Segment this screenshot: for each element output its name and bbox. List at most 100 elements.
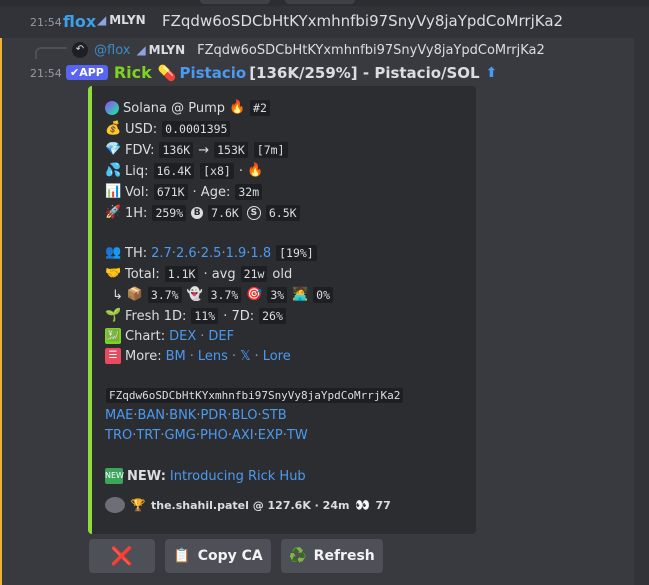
dist-value: 0% (312, 286, 335, 304)
fdv-span: [7m] (252, 141, 289, 159)
fdv-label: FDV: (125, 142, 155, 158)
h1-buy: 7.6K (207, 204, 243, 222)
sell-icon: S (246, 206, 261, 220)
th-link[interactable]: 2.5 (201, 246, 222, 261)
dist-value: 3.7% (146, 286, 183, 304)
total-row: 🤝 Total: 1.1K · avg 21w old (105, 265, 292, 283)
app-badge: ✔APP (66, 65, 108, 80)
username[interactable]: flox (63, 12, 96, 31)
ghost-icon: 👻 (186, 287, 203, 302)
rocket-icon: 🚀 (105, 205, 122, 220)
pdr-link[interactable]: PDR (200, 408, 227, 423)
ban-link[interactable]: BAN (137, 408, 165, 423)
liq-value: 16.4K (152, 162, 196, 180)
th-link[interactable]: 1.9 (226, 246, 247, 261)
tag-icon: ◢ (136, 43, 146, 57)
news-label: NEW: (127, 468, 166, 484)
bm-link[interactable]: BM (166, 349, 186, 364)
fire-icon: 🔥 (246, 163, 264, 178)
fresh-1d: 11% (190, 307, 220, 325)
fresh-7d: 26% (258, 307, 287, 325)
tro-link[interactable]: TRO (105, 428, 132, 443)
right-arrow-icon: → (198, 142, 210, 158)
token-link[interactable]: Pistacio (179, 64, 246, 82)
distribution-row: ↳ 📦 3.7% 👻 3.7% 🎯 3% 🧑‍💻 0% (112, 286, 335, 304)
exp-link[interactable]: EXP (258, 428, 283, 443)
dex-link[interactable]: DEX (169, 329, 196, 344)
pill-icon: 💊 (157, 63, 177, 82)
blo-link[interactable]: BLO (232, 408, 258, 423)
liq-label: Liq: (125, 163, 149, 179)
refresh-button[interactable]: ♻️ Refresh (281, 539, 383, 573)
x-link[interactable]: 𝕏 (240, 349, 250, 364)
chart-icon: 📊 (105, 184, 122, 199)
vol-value: 671K (152, 183, 189, 201)
embed-accent-bar (88, 86, 92, 534)
copy-ca-button[interactable]: 📋 Copy CA (165, 539, 271, 573)
th-link[interactable]: 2.6 (176, 246, 197, 261)
bnk-link[interactable]: BNK (169, 408, 196, 423)
h1-row: 🚀 1H: 259% B 7.6K S 6.5K (105, 204, 301, 222)
tag-label: MLYN (109, 13, 146, 27)
prev-button-edge (200, 0, 270, 4)
gmg-link[interactable]: GMG (164, 428, 195, 443)
def-link[interactable]: DEF (208, 329, 234, 344)
chart-label: Chart: (125, 328, 166, 344)
reply-spine (35, 47, 67, 59)
fdv-row: 💎 FDV: 136K → 153K [7m] (105, 141, 289, 159)
links-row-2: TRO · TRT · GMG · PHO · AXI · EXP · TW (105, 428, 308, 443)
th-row: 👥 TH: 2.7 · 2.6 · 2.5 · 1.9 · 1.8 [19%] (105, 244, 318, 262)
embed-footer: 🏆 the.shahil.patel @ 127.6K · 24m 👀 77 (105, 497, 391, 513)
lens-link[interactable]: Lens (198, 349, 228, 364)
usd-label: USD: (125, 121, 158, 137)
h1-pct: 259% (151, 204, 188, 222)
target-icon: 🎯 (246, 287, 263, 302)
trophy-icon: 🏆 (130, 498, 146, 512)
trt-link[interactable]: TRT (136, 428, 160, 443)
contract-address[interactable]: FZqdw6oSDCbHtKYxmhnfbi97SnyVy8jaYpdCoMrr… (105, 387, 405, 404)
liq-mult: [x8] (199, 162, 235, 180)
tw-link[interactable]: TW (287, 428, 308, 443)
rank-value: #2 (249, 99, 271, 117)
eyes-icon: 👀 (354, 498, 370, 512)
rick-hub-link[interactable]: Introducing Rick Hub (170, 469, 306, 484)
guild-tag[interactable]: ◢ MLYN (97, 13, 146, 27)
title-text: [136K/259%] - Pistacio/SOL (249, 63, 480, 82)
reply-reference[interactable]: ↶ @flox ◢ MLYN FZqdw6oSDCbHtKYxmhnfbi97S… (72, 42, 545, 58)
fresh-label: Fresh 1D: (125, 308, 187, 324)
th-total: [19%] (275, 244, 318, 262)
dist-value: 3.7% (206, 286, 243, 304)
ca-row: FZqdw6oSDCbHtKYxmhnfbi97SnyVy8jaYpdCoMrr… (105, 387, 405, 404)
total-label: Total: (125, 266, 160, 282)
pho-link[interactable]: PHO (200, 428, 228, 443)
message-text: FZqdw6oSDCbHtKYxmhnfbi97SnyVy8jaYpdCoMrr… (162, 12, 564, 30)
yen-chart-icon: 💹 (105, 328, 121, 344)
usd-value: 0.0001395 (161, 120, 232, 138)
lore-link[interactable]: Lore (263, 349, 291, 364)
liq-row: 💦 Liq: 16.4K [x8] · 🔥 (105, 162, 263, 180)
sub-arrow-icon: ↳ (112, 287, 123, 303)
vol-row: 📊 Vol: 671K · Age: 32m (105, 183, 264, 201)
embed-header-row: Solana @ Pump 🔥 #2 (105, 99, 271, 117)
copy-ca-label: Copy CA (197, 548, 263, 564)
footer-text: the.shahil.patel @ 127.6K · 24m (151, 498, 350, 512)
total-value: 1.1K (163, 265, 200, 283)
developer-icon: 🧑‍💻 (292, 287, 309, 302)
th-link[interactable]: 2.7 (151, 246, 172, 261)
fresh-row: 🌱 Fresh 1D: 11% · 7D: 26% (105, 307, 287, 325)
usd-row: 💰 USD: 0.0001395 (105, 120, 232, 138)
users-icon: 👥 (105, 245, 122, 260)
prev-button-edge (285, 0, 355, 4)
bot-username[interactable]: Rick (114, 63, 152, 82)
more-row: ☰ More: BM · Lens · 𝕏 · Lore (105, 348, 291, 364)
th-link[interactable]: 1.8 (250, 246, 271, 261)
axi-link[interactable]: AXI (232, 428, 254, 443)
stb-link[interactable]: STB (262, 408, 287, 423)
buy-icon: B (191, 207, 204, 219)
mae-link[interactable]: MAE (105, 408, 133, 423)
reply-text: FZqdw6oSDCbHtKYxmhnfbi97SnyVy8jaYpdCoMrr… (197, 42, 545, 58)
close-button[interactable]: ❌ (89, 539, 155, 573)
bot-header: ✔APP Rick 💊 Pistacio [136K/259%] - Pista… (66, 63, 497, 82)
vol-label: Vol: (125, 184, 149, 200)
avg-value: 21w (239, 265, 269, 283)
